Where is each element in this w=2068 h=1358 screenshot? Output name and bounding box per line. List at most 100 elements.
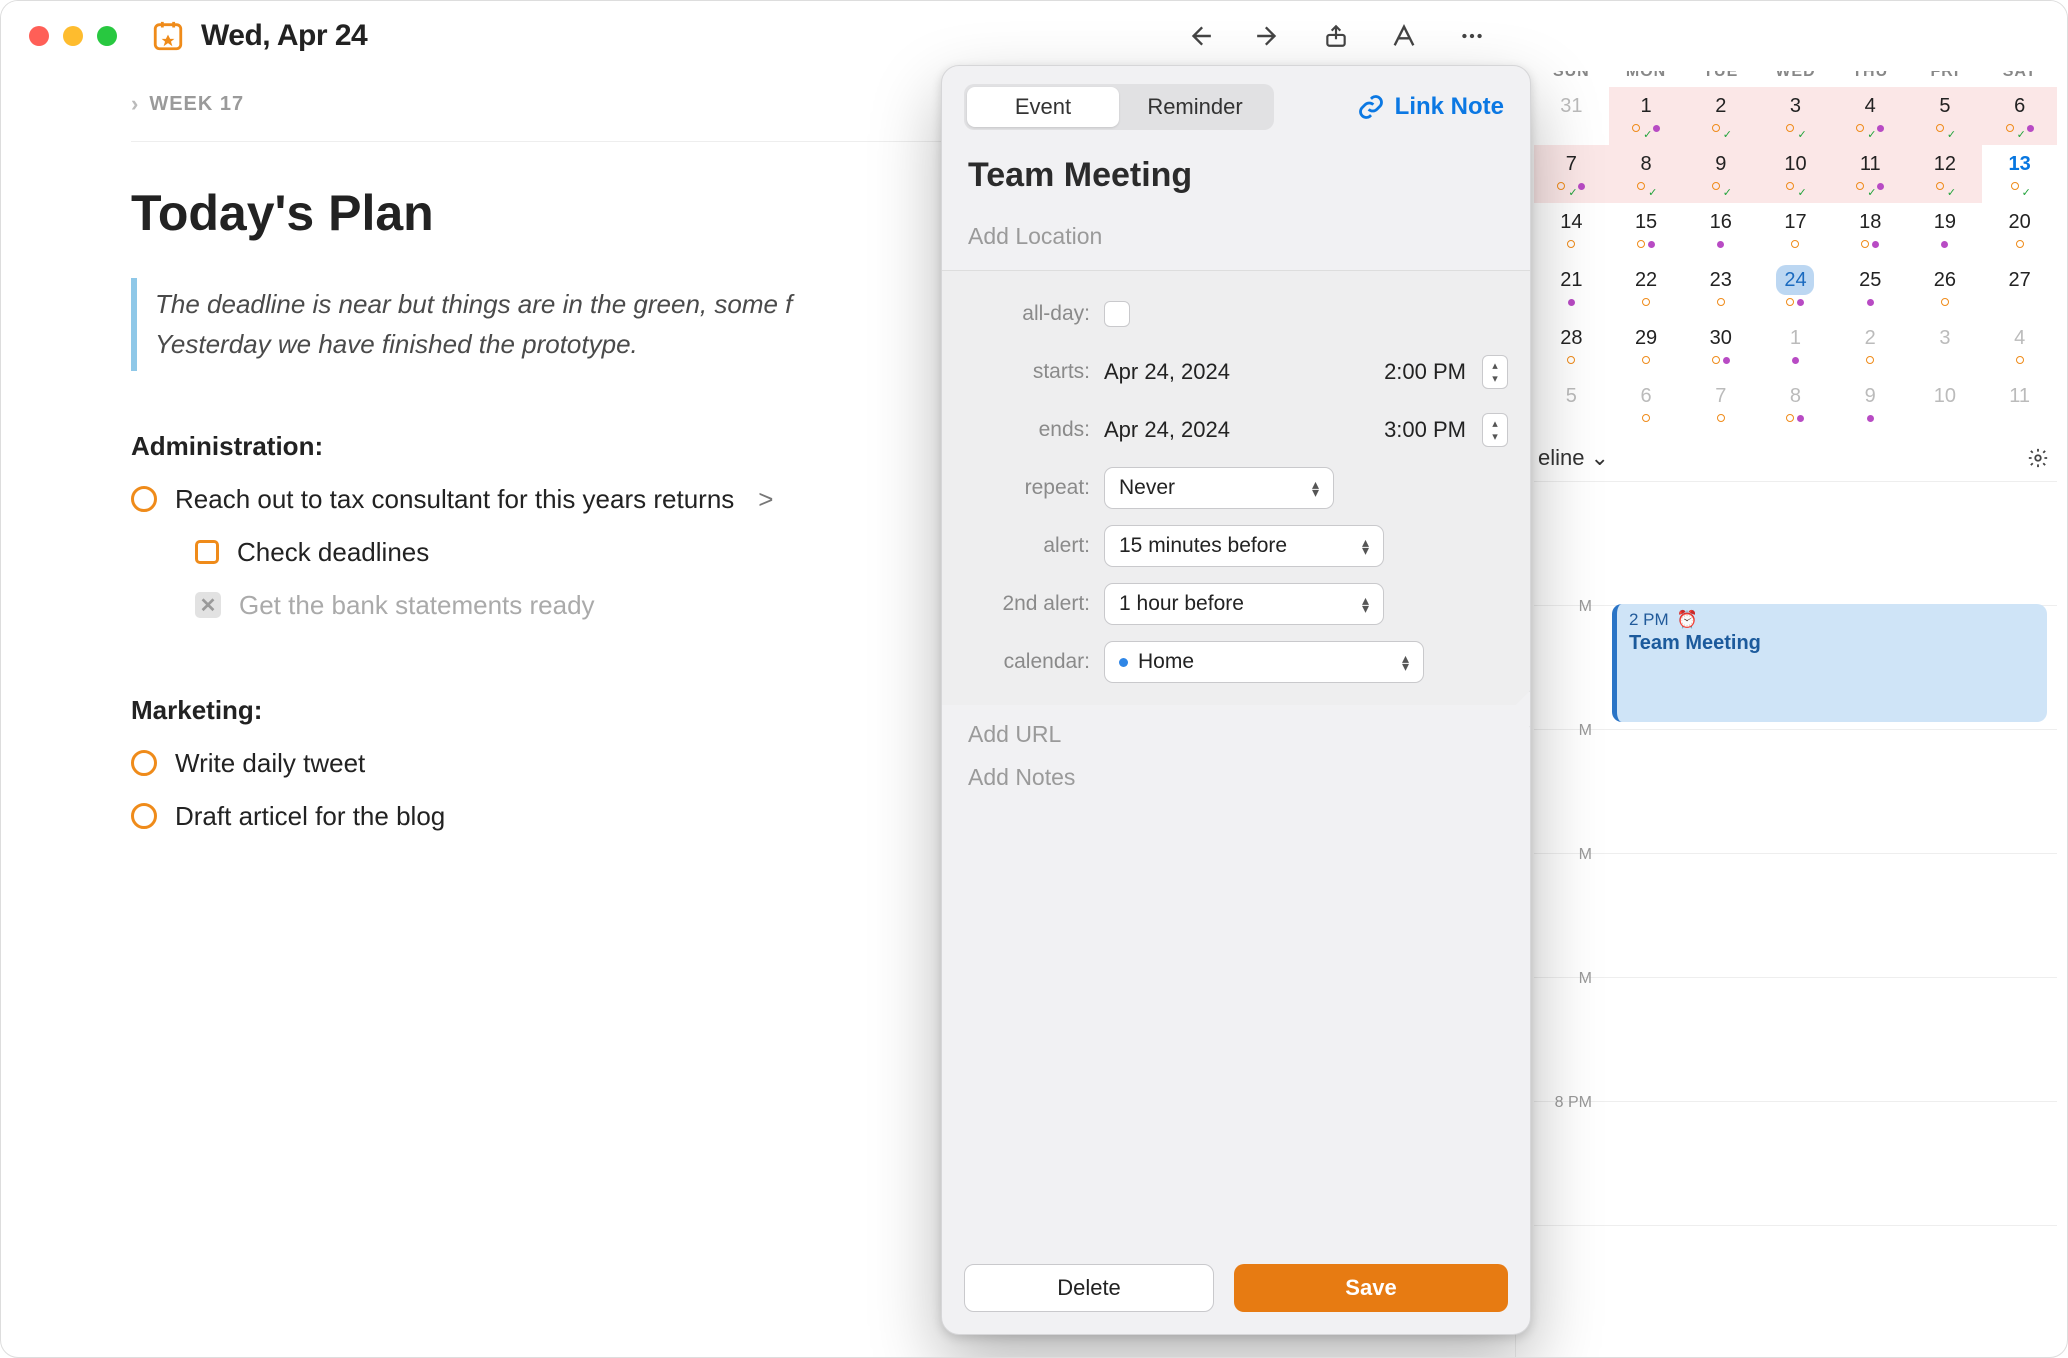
- calendar-day[interactable]: 26: [1908, 261, 1983, 319]
- calendar-day[interactable]: 2: [1833, 319, 1908, 377]
- calendar-day[interactable]: 18: [1833, 203, 1908, 261]
- calendar-day[interactable]: 16: [1683, 203, 1758, 261]
- calendar-day[interactable]: 28: [1534, 319, 1609, 377]
- calendar-day[interactable]: 24: [1758, 261, 1833, 319]
- calendar-day[interactable]: 11: [1982, 377, 2057, 435]
- share-icon[interactable]: [1321, 21, 1351, 51]
- label-alert: alert:: [964, 534, 1104, 558]
- task-checked-icon[interactable]: ✕: [195, 592, 221, 618]
- day-indicators: [1786, 412, 1804, 424]
- mini-calendar: SUNMONTUEWEDTHUFRISAT 311234567891011121…: [1534, 63, 2057, 435]
- type-segmented-control[interactable]: Event Reminder: [964, 84, 1274, 130]
- timeline-mode-select[interactable]: eline ⌄: [1538, 445, 1609, 471]
- calendar-day[interactable]: 5: [1534, 377, 1609, 435]
- end-date-field[interactable]: Apr 24, 2024: [1104, 417, 1230, 443]
- day-timeline[interactable]: 2 PM ⏰ Team Meeting MMMM8 PM: [1534, 481, 2057, 1357]
- allday-checkbox[interactable]: [1104, 301, 1130, 327]
- alert2-select[interactable]: 1 hour before ▴▾: [1104, 583, 1384, 625]
- calendar-day[interactable]: 9: [1833, 377, 1908, 435]
- zoom-window-button[interactable]: [97, 26, 117, 46]
- calendar-day[interactable]: 8: [1758, 377, 1833, 435]
- calendar-day[interactable]: 11: [1833, 145, 1908, 203]
- task-checkbox-icon[interactable]: [131, 803, 157, 829]
- calendar-day[interactable]: 4: [1982, 319, 2057, 377]
- calendar-day[interactable]: 8: [1609, 145, 1684, 203]
- calendar-day[interactable]: 12: [1908, 145, 1983, 203]
- event-title-input[interactable]: Team Meeting: [964, 130, 1508, 223]
- calendar-day[interactable]: 22: [1609, 261, 1684, 319]
- day-number: 9: [1702, 149, 1740, 179]
- url-input[interactable]: Add URL: [942, 705, 1530, 764]
- calendar-day[interactable]: 3: [1758, 87, 1833, 145]
- calendar-select[interactable]: Home ▴▾: [1104, 641, 1424, 683]
- hour-label: 8 PM: [1534, 1092, 1604, 1112]
- calendar-day[interactable]: 20: [1982, 203, 2057, 261]
- calendar-day[interactable]: 9: [1683, 145, 1758, 203]
- calendar-day[interactable]: 29: [1609, 319, 1684, 377]
- calendar-day[interactable]: 6: [1982, 87, 2057, 145]
- start-time-stepper[interactable]: ▴▾: [1482, 355, 1508, 389]
- alert-value: 15 minutes before: [1119, 534, 1287, 558]
- calendar-day[interactable]: 15: [1609, 203, 1684, 261]
- task-label: Reach out to tax consultant for this yea…: [175, 484, 734, 515]
- calendar-day[interactable]: 5: [1908, 87, 1983, 145]
- repeat-select[interactable]: Never ▴▾: [1104, 467, 1334, 509]
- calendar-day[interactable]: 10: [1908, 377, 1983, 435]
- segment-reminder[interactable]: Reminder: [1119, 87, 1271, 127]
- event-editor-popover: Event Reminder Link Note Team Meeting Ad…: [941, 65, 1531, 1335]
- start-date-field[interactable]: Apr 24, 2024: [1104, 359, 1230, 385]
- hour-label: M: [1534, 844, 1604, 864]
- end-time-stepper[interactable]: ▴▾: [1482, 413, 1508, 447]
- calendar-day[interactable]: 7: [1683, 377, 1758, 435]
- task-checkbox-icon[interactable]: [131, 486, 157, 512]
- calendar-day[interactable]: 3: [1908, 319, 1983, 377]
- timeline-event[interactable]: 2 PM ⏰ Team Meeting: [1612, 604, 2047, 722]
- calendar-day[interactable]: 17: [1758, 203, 1833, 261]
- calendar-day[interactable]: 21: [1534, 261, 1609, 319]
- calendar-day[interactable]: 1: [1609, 87, 1684, 145]
- day-number: 2: [1702, 91, 1740, 121]
- calendar-day[interactable]: 4: [1833, 87, 1908, 145]
- day-indicators: [1567, 238, 1575, 250]
- calendar-day[interactable]: 14: [1534, 203, 1609, 261]
- calendar-day[interactable]: 31: [1534, 87, 1609, 145]
- notes-input[interactable]: Add Notes: [942, 764, 1530, 807]
- day-number: 28: [1552, 323, 1590, 353]
- calendar-day[interactable]: 27: [1982, 261, 2057, 319]
- calendar-day[interactable]: 7: [1534, 145, 1609, 203]
- location-input[interactable]: Add Location: [964, 223, 1508, 270]
- end-time-field[interactable]: 3:00 PM: [1384, 417, 1466, 443]
- calendar-day[interactable]: 30: [1683, 319, 1758, 377]
- day-indicators: [2011, 180, 2029, 192]
- calendar-day[interactable]: 1: [1758, 319, 1833, 377]
- event-time: 2 PM: [1629, 610, 1669, 630]
- close-window-button[interactable]: [29, 26, 49, 46]
- day-number: 24: [1776, 265, 1814, 295]
- disclosure-caret-icon[interactable]: >: [758, 484, 773, 515]
- segment-event[interactable]: Event: [967, 87, 1119, 127]
- nav-forward-button[interactable]: [1253, 21, 1283, 51]
- start-time-field[interactable]: 2:00 PM: [1384, 359, 1466, 385]
- nav-back-button[interactable]: [1185, 21, 1215, 51]
- calendar-day[interactable]: 2: [1683, 87, 1758, 145]
- calendar-day[interactable]: 23: [1683, 261, 1758, 319]
- timeline-settings-button[interactable]: [2027, 447, 2049, 469]
- day-indicators: [1642, 354, 1650, 366]
- task-checkbox-square-icon[interactable]: [195, 540, 219, 564]
- task-checkbox-icon[interactable]: [131, 750, 157, 776]
- calendar-day[interactable]: 6: [1609, 377, 1684, 435]
- chevron-right-icon: ›: [131, 91, 139, 117]
- calendar-day[interactable]: 25: [1833, 261, 1908, 319]
- alert-select[interactable]: 15 minutes before ▴▾: [1104, 525, 1384, 567]
- task-label: Draft articel for the blog: [175, 801, 445, 832]
- calendar-day[interactable]: 10: [1758, 145, 1833, 203]
- day-number: 29: [1627, 323, 1665, 353]
- link-note-button[interactable]: Link Note: [1357, 93, 1508, 121]
- minimize-window-button[interactable]: [63, 26, 83, 46]
- calendar-day[interactable]: 13: [1982, 145, 2057, 203]
- calendar-day[interactable]: 19: [1908, 203, 1983, 261]
- font-icon[interactable]: [1389, 21, 1419, 51]
- delete-button[interactable]: Delete: [964, 1264, 1214, 1312]
- more-icon[interactable]: [1457, 21, 1487, 51]
- save-button[interactable]: Save: [1234, 1264, 1508, 1312]
